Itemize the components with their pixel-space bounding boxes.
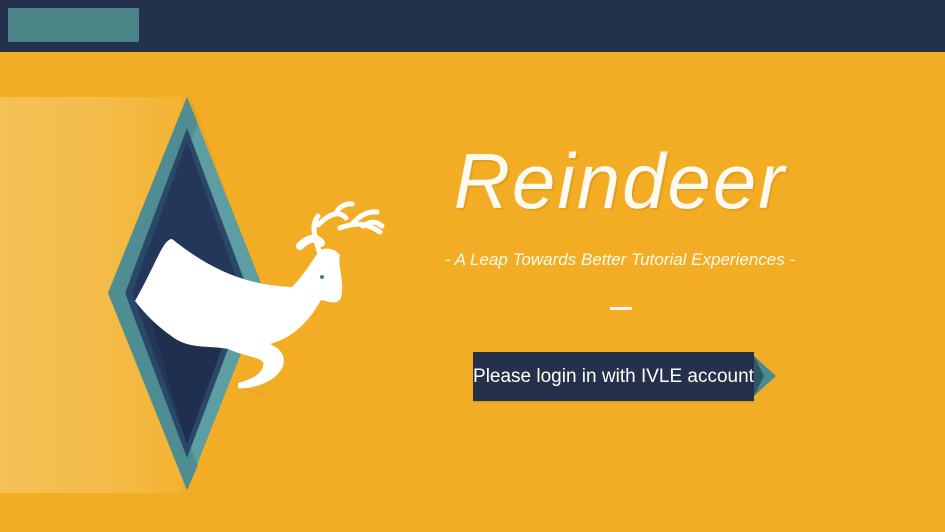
reindeer-eye	[320, 275, 324, 279]
title-separator	[610, 307, 632, 310]
page-subtitle: - A Leap Towards Better Tutorial Experie…	[444, 250, 796, 269]
page-title: Reindeer	[453, 137, 787, 225]
login-arrow-shadow-icon	[754, 356, 764, 396]
landing-page: Reindeer - A Leap Towards Better Tutoria…	[0, 0, 945, 532]
login-button[interactable]: Please login in with IVLE account	[473, 352, 754, 401]
